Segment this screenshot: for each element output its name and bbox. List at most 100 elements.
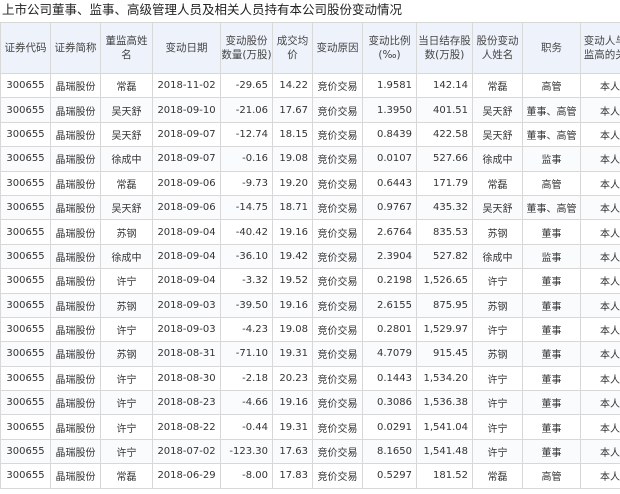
cell-executive-name: 徐成中 [100, 243, 153, 270]
table-row[interactable]: 300655 晶瑞股份 苏钢 2018-08-31 -71.10 19.31 竞价交易 4.7… [0, 341, 620, 367]
col-header-closing-shares[interactable]: 当日结存股数(万股) [416, 22, 473, 74]
cell-closing-shares: 527.66 [416, 146, 473, 172]
col-header-change-shares[interactable]: 变动股份数量(万股) [220, 22, 273, 74]
col-header-change-date[interactable]: 变动日期 [152, 22, 221, 74]
table-row[interactable]: 300655 晶瑞股份 许宁 2018-09-04 -3.32 19.52 竞价交易 0.21… [0, 268, 620, 294]
col-header-changer-name[interactable]: 股份变动人姓名 [472, 22, 523, 74]
table-row[interactable]: 300655 晶瑞股份 常磊 2018-06-29 -8.00 17.83 竞价交易 0.52… [0, 463, 620, 489]
cell-relationship: 本人 [580, 121, 620, 148]
table-row[interactable]: 300655 晶瑞股份 吴天舒 2018-09-10 -21.06 17.67 竞价交易 1.… [0, 97, 620, 123]
page-title: 上市公司董事、监事、高级管理人员及相关人员持有本公司股份变动情况 [2, 2, 403, 17]
cell-security-code: 300655 [0, 316, 51, 343]
cell-closing-shares: 1,534.20 [416, 365, 473, 392]
col-header-security-code[interactable]: 证券代码 [0, 22, 51, 74]
cell-change-date: 2018-08-31 [152, 341, 221, 367]
cell-changer-name: 常磊 [472, 72, 523, 99]
cell-change-ratio: 1.9581 [362, 72, 417, 99]
cell-relationship: 本人 [580, 438, 620, 465]
cell-change-reason: 竞价交易 [312, 219, 363, 245]
cell-change-date: 2018-09-06 [152, 170, 221, 196]
cell-executive-name: 常磊 [100, 463, 153, 489]
cell-change-date: 2018-09-07 [152, 146, 221, 172]
cell-change-shares: -0.44 [220, 414, 273, 440]
cell-closing-shares: 1,526.65 [416, 268, 473, 294]
cell-change-date: 2018-08-30 [152, 365, 221, 392]
table-row[interactable]: 300655 晶瑞股份 苏钢 2018-09-03 -39.50 19.16 竞价交易 2.6… [0, 292, 620, 318]
cell-avg-price: 19.16 [272, 219, 313, 245]
col-header-position[interactable]: 职务 [522, 22, 581, 74]
cell-avg-price: 18.15 [272, 121, 313, 148]
table-row[interactable]: 300655 晶瑞股份 许宁 2018-08-23 -4.66 19.16 竞价交易 0.30… [0, 390, 620, 416]
cell-relationship: 本人 [580, 341, 620, 367]
table-row[interactable]: 300655 晶瑞股份 苏钢 2018-09-04 -40.42 19.16 竞价交易 2.6… [0, 219, 620, 245]
cell-executive-name: 许宁 [100, 390, 153, 416]
cell-changer-name: 吴天舒 [472, 194, 523, 221]
cell-position: 董事 [522, 414, 581, 440]
col-header-relationship[interactable]: 变动人与董监高的关系 [580, 22, 620, 74]
cell-change-date: 2018-08-22 [152, 414, 221, 440]
cell-security-name: 晶瑞股份 [50, 438, 101, 465]
table-row[interactable]: 300655 晶瑞股份 许宁 2018-08-22 -0.44 19.31 竞价交易 0.02… [0, 414, 620, 440]
cell-change-reason: 竞价交易 [312, 268, 363, 294]
table-row[interactable]: 300655 晶瑞股份 常磊 2018-09-06 -9.73 19.20 竞价交易 0.64… [0, 170, 620, 196]
cell-relationship: 本人 [580, 194, 620, 221]
table-row[interactable]: 300655 晶瑞股份 常磊 2018-11-02 -29.65 14.22 竞价交易 1.9… [0, 72, 620, 99]
cell-position: 高管 [522, 463, 581, 489]
cell-change-date: 2018-06-29 [152, 463, 221, 489]
cell-closing-shares: 1,541.04 [416, 414, 473, 440]
cell-changer-name: 许宁 [472, 365, 523, 392]
cell-security-name: 晶瑞股份 [50, 341, 101, 367]
cell-change-reason: 竞价交易 [312, 463, 363, 489]
cell-closing-shares: 835.53 [416, 219, 473, 245]
cell-position: 监事 [522, 243, 581, 270]
table-row[interactable]: 300655 晶瑞股份 徐成中 2018-09-07 -0.16 19.08 竞价交易 0.0… [0, 146, 620, 172]
col-header-executive-name[interactable]: 董监高姓名 [100, 22, 153, 74]
table-row[interactable]: 300655 晶瑞股份 吴天舒 2018-09-07 -12.74 18.15 竞价交易 0.… [0, 121, 620, 148]
cell-changer-name: 苏钢 [472, 341, 523, 367]
cell-changer-name: 许宁 [472, 268, 523, 294]
table-row[interactable]: 300655 晶瑞股份 徐成中 2018-09-04 -36.10 19.42 竞价交易 2.… [0, 243, 620, 270]
cell-relationship: 本人 [580, 365, 620, 392]
cell-change-date: 2018-09-03 [152, 292, 221, 318]
col-header-change-reason[interactable]: 变动原因 [312, 22, 363, 74]
cell-security-code: 300655 [0, 292, 51, 318]
cell-closing-shares: 1,541.48 [416, 438, 473, 465]
cell-change-shares: -71.10 [220, 341, 273, 367]
cell-avg-price: 19.08 [272, 146, 313, 172]
cell-change-reason: 竞价交易 [312, 194, 363, 221]
cell-avg-price: 17.63 [272, 438, 313, 465]
col-header-avg-price[interactable]: 成交均价 [272, 22, 313, 74]
cell-change-reason: 竞价交易 [312, 97, 363, 123]
cell-avg-price: 19.16 [272, 390, 313, 416]
cell-position: 高管 [522, 72, 581, 99]
cell-relationship: 本人 [580, 268, 620, 294]
cell-change-shares: -8.00 [220, 463, 273, 489]
cell-change-ratio: 0.3086 [362, 390, 417, 416]
cell-position: 董事 [522, 390, 581, 416]
cell-change-reason: 竞价交易 [312, 170, 363, 196]
cell-executive-name: 吴天舒 [100, 97, 153, 123]
cell-security-code: 300655 [0, 146, 51, 172]
table-row[interactable]: 300655 晶瑞股份 吴天舒 2018-09-06 -14.75 18.71 竞价交易 0.… [0, 194, 620, 221]
col-header-security-name[interactable]: 证券简称 [50, 22, 101, 74]
cell-change-ratio: 0.2198 [362, 268, 417, 294]
cell-position: 董事、高管 [522, 194, 581, 221]
col-header-change-ratio[interactable]: 变动比例(‰) [362, 22, 417, 74]
cell-changer-name: 常磊 [472, 463, 523, 489]
cell-change-shares: -21.06 [220, 97, 273, 123]
cell-relationship: 本人 [580, 463, 620, 489]
table-row[interactable]: 300655 晶瑞股份 许宁 2018-09-03 -4.23 19.08 竞价交易 0.28… [0, 316, 620, 343]
cell-change-ratio: 0.0107 [362, 146, 417, 172]
cell-change-date: 2018-09-10 [152, 97, 221, 123]
cell-change-date: 2018-11-02 [152, 72, 221, 99]
cell-security-code: 300655 [0, 341, 51, 367]
cell-avg-price: 17.83 [272, 463, 313, 489]
cell-change-ratio: 2.6764 [362, 219, 417, 245]
table-row[interactable]: 300655 晶瑞股份 许宁 2018-08-30 -2.18 20.23 竞价交易 0.14… [0, 365, 620, 392]
cell-avg-price: 18.71 [272, 194, 313, 221]
cell-executive-name: 常磊 [100, 170, 153, 196]
cell-avg-price: 19.20 [272, 170, 313, 196]
cell-security-name: 晶瑞股份 [50, 316, 101, 343]
cell-security-name: 晶瑞股份 [50, 194, 101, 221]
table-row[interactable]: 300655 晶瑞股份 许宁 2018-07-02 -123.30 17.63 竞价交易 8.… [0, 438, 620, 465]
